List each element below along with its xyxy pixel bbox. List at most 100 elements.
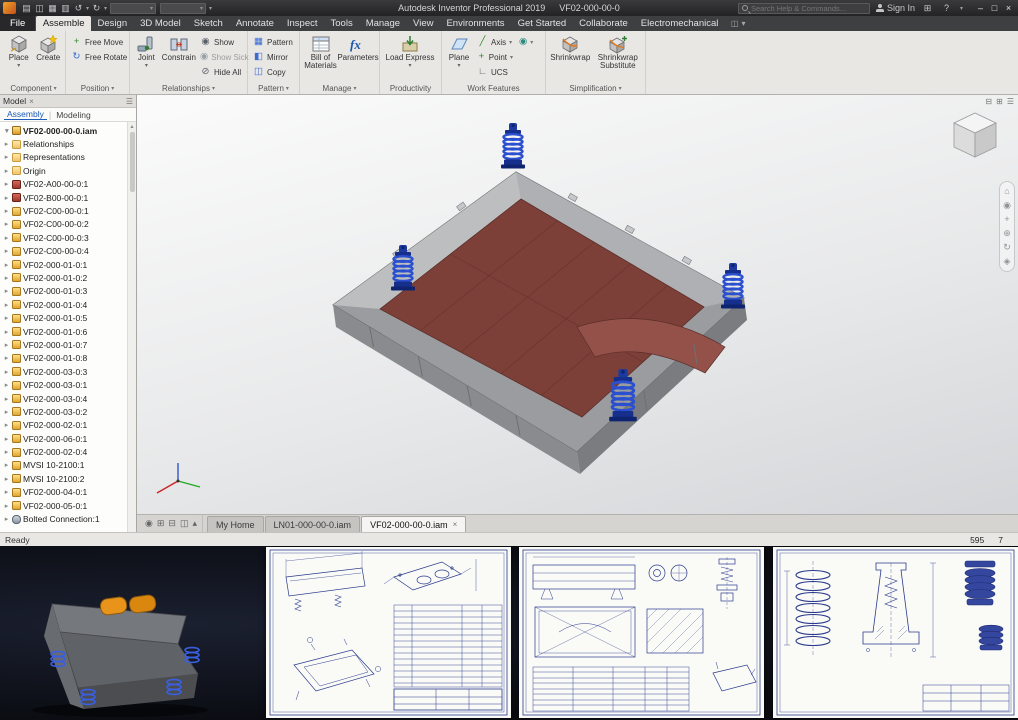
work-features-panel-label[interactable]: Work Features: [442, 84, 545, 93]
expand-arrow-icon[interactable]: [3, 488, 10, 496]
bill-of-materials-button[interactable]: Bill of Materials: [303, 33, 338, 71]
tile-split-icon[interactable]: ⊟: [168, 518, 176, 529]
free-move-button[interactable]: + Free Move: [69, 35, 129, 49]
expand-arrow-icon[interactable]: [3, 341, 10, 349]
expand-arrow-icon[interactable]: [3, 395, 10, 403]
joint-button[interactable]: Joint ▾: [133, 33, 160, 70]
simplification-panel-label[interactable]: Simplification ▾: [546, 84, 645, 93]
ribbon-tab[interactable]: View: [407, 16, 440, 31]
drawing-sheet-1[interactable]: [266, 547, 511, 718]
expand-arrow-icon[interactable]: [3, 153, 10, 161]
expand-arrow-icon[interactable]: [3, 381, 10, 389]
tree-item[interactable]: Representations: [0, 151, 136, 164]
tree-item[interactable]: VF02-C00-00-0:2: [0, 218, 136, 231]
search-input[interactable]: [750, 3, 866, 13]
tree-item[interactable]: VF02-000-05-0:1: [0, 499, 136, 512]
expand-arrow-icon[interactable]: [3, 301, 10, 309]
record-icon[interactable]: ◉: [145, 518, 153, 529]
ribbon-tab[interactable]: Electromechanical: [634, 16, 725, 31]
ribbon-tab[interactable]: Inspect: [280, 16, 324, 31]
tree-item[interactable]: VF02-000-03-0:2: [0, 405, 136, 418]
zoom-icon[interactable]: ⊕: [1003, 229, 1011, 238]
create-button[interactable]: Create: [35, 33, 63, 62]
tree-item[interactable]: VF02-000-00-0.iam: [0, 124, 136, 137]
point-flyout-button[interactable]: ◉ ▾: [517, 35, 535, 49]
redo-dropdown-icon[interactable]: ▾: [104, 5, 107, 12]
axis-button[interactable]: ╱ Axis ▾: [475, 35, 515, 49]
material-combobox[interactable]: ▾: [110, 2, 157, 14]
steering-wheel-icon[interactable]: ◉: [1003, 201, 1011, 210]
home-view-icon[interactable]: ⌂: [1004, 187, 1009, 196]
expand-arrow-icon[interactable]: [3, 368, 10, 376]
pan-icon[interactable]: +: [1004, 215, 1009, 224]
place-dropdown-icon[interactable]: ▾: [17, 63, 20, 69]
expand-arrow-icon[interactable]: [3, 354, 10, 362]
3d-viewport-canvas[interactable]: [137, 95, 1018, 514]
shrinkwrap-substitute-button[interactable]: Shrinkwrap Substitute: [594, 33, 642, 71]
document-tab[interactable]: My Home: [207, 516, 264, 532]
appearance-combobox[interactable]: ▾: [160, 2, 207, 14]
expand-arrow-icon[interactable]: [3, 421, 10, 429]
tree-item[interactable]: VF02-000-01-0:1: [0, 258, 136, 271]
expand-arrow-icon[interactable]: [3, 448, 10, 456]
redo-icon[interactable]: ↻: [90, 2, 103, 14]
tree-item[interactable]: VF02-000-02-0:4: [0, 445, 136, 458]
constrain-button[interactable]: Constrain: [162, 33, 196, 62]
collapse-tabs-icon[interactable]: ▴: [192, 518, 197, 529]
tile-grid-icon[interactable]: ⊞: [157, 518, 165, 529]
expand-arrow-icon[interactable]: [3, 167, 10, 175]
ribbon-tab[interactable]: Sketch: [187, 16, 229, 31]
copy-button[interactable]: ◫ Copy: [251, 65, 295, 79]
ribbon-tab[interactable]: Annotate: [229, 16, 280, 31]
position-panel-label[interactable]: Position ▾: [66, 84, 129, 93]
tree-item[interactable]: VF02-000-03-0:1: [0, 378, 136, 391]
ribbon-tab[interactable]: Tools: [324, 16, 359, 31]
expand-arrow-icon[interactable]: [3, 194, 10, 202]
look-at-icon[interactable]: ◈: [1004, 257, 1011, 266]
ucs-button[interactable]: ∟ UCS: [475, 65, 515, 79]
open-icon[interactable]: ◫: [33, 2, 46, 14]
expand-arrow-icon[interactable]: [3, 502, 10, 510]
ribbon-tab[interactable]: Manage: [359, 16, 406, 31]
expand-arrow-icon[interactable]: [3, 328, 10, 336]
tree-item[interactable]: VF02-000-01-0:2: [0, 271, 136, 284]
tree-item[interactable]: VF02-C00-00-0:3: [0, 231, 136, 244]
pattern-panel-label[interactable]: Pattern ▾: [248, 84, 299, 93]
manage-panel-label[interactable]: Manage ▾: [300, 84, 379, 93]
close-tab-icon[interactable]: ×: [453, 520, 458, 529]
tree-item[interactable]: VF02-000-02-0:1: [0, 419, 136, 432]
tree-item[interactable]: VF02-C00-00-0:1: [0, 204, 136, 217]
parameters-button[interactable]: fx Parameters: [337, 33, 378, 62]
undo-dropdown-icon[interactable]: ▾: [86, 5, 89, 12]
expand-arrow-icon[interactable]: [3, 220, 10, 228]
expand-arrow-icon[interactable]: [3, 461, 10, 469]
tree-item[interactable]: VF02-B00-00-0:1: [0, 191, 136, 204]
tree-item[interactable]: VF02-000-01-0:7: [0, 338, 136, 351]
show-button[interactable]: ◉ Show: [198, 35, 244, 49]
tree-item[interactable]: Origin: [0, 164, 136, 177]
undo-icon[interactable]: ↺: [72, 2, 85, 14]
ribbon-tab[interactable]: Design: [91, 16, 134, 31]
place-button[interactable]: Place ▾: [5, 33, 33, 70]
tree-item[interactable]: VF02-000-06-0:1: [0, 432, 136, 445]
tree-item[interactable]: VF02-000-04-0:1: [0, 486, 136, 499]
plane-button[interactable]: Plane ▾: [445, 33, 473, 70]
expand-arrow-icon[interactable]: [3, 314, 10, 322]
browser-menu-icon[interactable]: ☰: [126, 97, 133, 106]
expand-arrow-icon[interactable]: [3, 234, 10, 242]
drawing-sheet-2[interactable]: [519, 547, 764, 718]
expand-arrow-icon[interactable]: [3, 180, 10, 188]
tree-item[interactable]: VF02-A00-00-0:1: [0, 178, 136, 191]
tree-item[interactable]: VF02-000-03-0:3: [0, 365, 136, 378]
productivity-panel-label[interactable]: Productivity: [380, 84, 441, 93]
help-search-box[interactable]: [737, 2, 870, 14]
point-button[interactable]: + Point ▾: [475, 50, 515, 64]
tree-item[interactable]: VF02-000-01-0:4: [0, 298, 136, 311]
expand-arrow-icon[interactable]: [3, 127, 10, 135]
help-icon[interactable]: ?: [940, 2, 953, 14]
load-express-button[interactable]: Load Express ▾: [383, 33, 437, 70]
tab-assembly[interactable]: Assembly: [4, 109, 47, 120]
tree-item[interactable]: VF02-000-01-0:5: [0, 311, 136, 324]
expand-arrow-icon[interactable]: [3, 287, 10, 295]
expand-arrow-icon[interactable]: [3, 207, 10, 215]
